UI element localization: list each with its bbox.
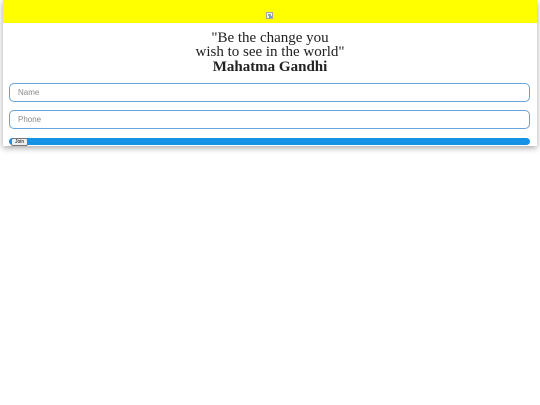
name-input[interactable]: [9, 83, 530, 102]
quote-line-2: wish to see in the world": [195, 44, 345, 60]
header-banner: [3, 0, 537, 23]
broken-image-icon: [266, 12, 273, 19]
join-button[interactable]: Join: [11, 138, 29, 146]
phone-input[interactable]: [9, 110, 530, 129]
blue-action-bar: [9, 138, 530, 145]
quote-block: "Be the change you wish to see in the wo…: [3, 30, 537, 75]
signup-card: "Be the change you wish to see in the wo…: [3, 0, 537, 146]
quote-line-1: "Be the change you: [211, 30, 329, 46]
quote-author: Mahatma Gandhi: [212, 59, 328, 75]
